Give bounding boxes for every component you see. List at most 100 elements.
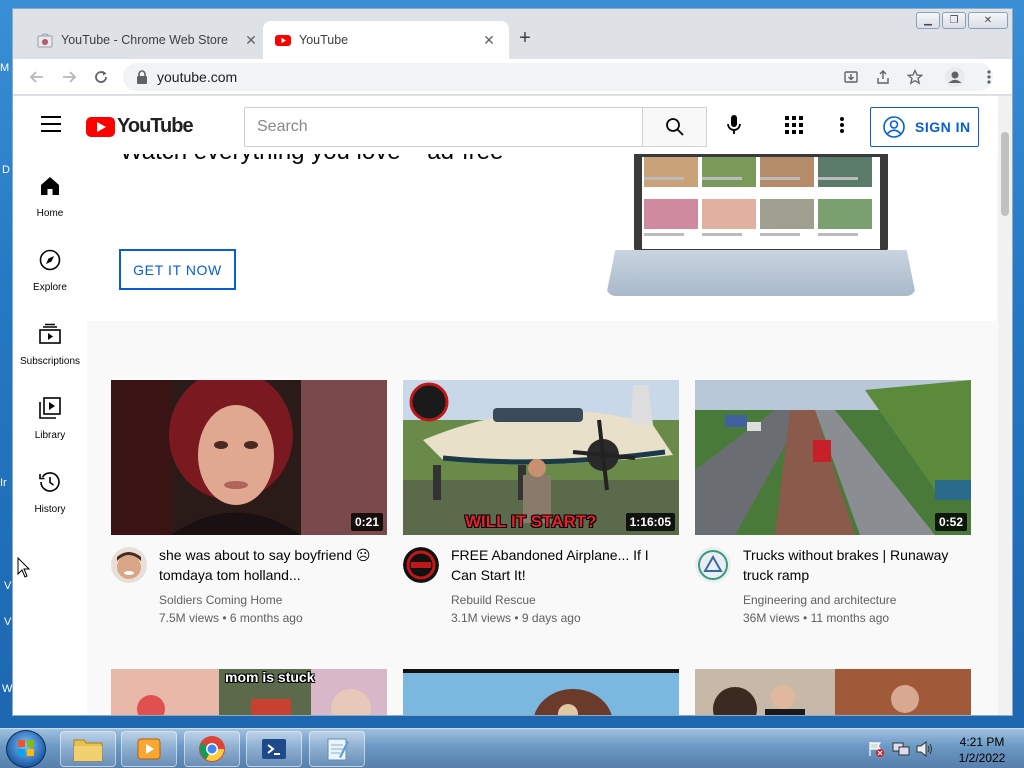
taskbar-chrome-button[interactable] <box>184 731 240 767</box>
reload-button[interactable] <box>89 65 113 89</box>
video-thumbnail[interactable] <box>403 669 679 715</box>
subscriptions-icon <box>38 322 62 346</box>
video-title[interactable]: she was about to say boyfriend ☹ tomdaya… <box>159 545 385 585</box>
address-bar[interactable]: youtube.com <box>123 63 993 91</box>
taskbar: 4:21 PM 1/2/2022 <box>0 728 1024 768</box>
video-thumbnail[interactable]: 0:21 <box>111 380 387 535</box>
view-count: 7.5M views <box>159 611 220 625</box>
channel-name[interactable]: Rebuild Rescue <box>451 593 536 607</box>
video-card[interactable] <box>695 669 971 715</box>
guide-item-explore[interactable]: Explore <box>13 236 87 310</box>
apps-grid-icon <box>785 116 803 134</box>
video-thumbnail[interactable]: WILL IT START? 1:16:05 <box>403 380 679 535</box>
upload-age: 6 months ago <box>229 611 303 625</box>
desktop-icon-label[interactable]: V <box>4 580 11 592</box>
history-icon <box>38 470 62 494</box>
share-icon[interactable] <box>871 65 895 89</box>
video-card[interactable]: WILL IT START? 1:16:05 FREE Abandoned Ai… <box>403 380 679 640</box>
video-card[interactable]: 0:52 Trucks without brakes | Runaway tru… <box>695 380 971 640</box>
guide-item-home[interactable]: Home <box>13 162 87 236</box>
taskbar-powershell-button[interactable] <box>246 731 302 767</box>
channel-name[interactable]: Soldiers Coming Home <box>159 593 282 607</box>
back-arrow-icon <box>29 71 43 83</box>
powershell-icon <box>262 739 286 759</box>
video-metadata: 7.5M views • 6 months ago <box>159 611 303 625</box>
close-tab-icon[interactable]: ✕ <box>243 32 259 49</box>
voice-search-button[interactable] <box>722 113 746 137</box>
get-it-now-button[interactable]: GET IT NOW <box>119 249 236 290</box>
search-input[interactable] <box>246 108 641 146</box>
video-metadata: 36M views • 11 months ago <box>743 611 889 625</box>
channel-avatar[interactable] <box>403 547 439 583</box>
chrome-menu-button[interactable] <box>977 65 1001 89</box>
taskbar-notepad-button[interactable] <box>309 731 365 767</box>
tab-strip: YouTube - Chrome Web Store ✕ YouTube ✕ +… <box>13 9 1012 59</box>
desktop-icon-label[interactable]: Ir <box>0 477 7 489</box>
url-text[interactable]: youtube.com <box>157 69 237 85</box>
search-button[interactable] <box>642 107 707 147</box>
start-button[interactable] <box>6 730 46 768</box>
channel-name[interactable]: Engineering and architecture <box>743 593 896 607</box>
video-card[interactable]: 0:21 she was about to say boyfriend ☹ to… <box>111 380 387 640</box>
video-card[interactable] <box>403 669 679 715</box>
video-title[interactable]: FREE Abandoned Airplane... If I Can Star… <box>451 545 677 585</box>
new-tab-button[interactable]: + <box>513 26 537 50</box>
channel-avatar[interactable] <box>111 547 147 583</box>
meta-separator: • <box>799 611 811 625</box>
back-button[interactable] <box>25 65 49 89</box>
youtube-logo[interactable]: YouTube <box>86 115 194 138</box>
taskbar-explorer-button[interactable] <box>60 731 116 767</box>
apps-button[interactable] <box>782 113 806 137</box>
desktop-icon-label[interactable]: V <box>4 616 11 628</box>
maximize-button[interactable]: ❐ <box>942 12 966 29</box>
taskbar-media-player-button[interactable] <box>121 731 177 767</box>
page-scrollbar[interactable] <box>998 96 1012 715</box>
network-icon[interactable] <box>892 741 910 762</box>
guide-item-subscriptions[interactable]: Subscriptions <box>13 310 87 384</box>
tab-chrome-web-store[interactable]: YouTube - Chrome Web Store ✕ <box>25 21 271 59</box>
video-duration: 1:16:05 <box>625 513 675 531</box>
action-center-flag-icon[interactable] <box>868 741 884 762</box>
video-title[interactable]: Trucks without brakes | Runaway truck ra… <box>743 545 969 585</box>
video-card[interactable]: mom is stuck <box>111 669 387 715</box>
settings-menu-button[interactable] <box>830 113 854 137</box>
minimize-button[interactable]: ▁ <box>916 12 940 29</box>
scrollbar-thumb[interactable] <box>1001 132 1009 216</box>
desktop-icon-label[interactable]: D <box>2 164 10 176</box>
lock-icon[interactable] <box>135 69 151 85</box>
guide-item-label: Subscriptions <box>19 356 81 367</box>
clock-time[interactable]: 4:21 PM <box>952 735 1012 749</box>
install-app-icon[interactable] <box>839 65 863 89</box>
bookmark-star-icon[interactable] <box>903 65 927 89</box>
folder-icon <box>73 739 103 762</box>
video-metadata: 3.1M views • 9 days ago <box>451 611 581 625</box>
tab-youtube[interactable]: YouTube ✕ <box>263 21 509 59</box>
guide-item-label: Home <box>36 208 64 219</box>
profile-button[interactable] <box>943 65 967 89</box>
channel-avatar[interactable] <box>695 547 731 583</box>
system-tray: 4:21 PM 1/2/2022 <box>860 729 1024 768</box>
video-thumbnail[interactable]: 0:52 <box>695 380 971 535</box>
guide-item-library[interactable]: Library <box>13 384 87 458</box>
video-thumbnail[interactable] <box>695 669 971 715</box>
library-icon <box>38 396 62 420</box>
youtube-play-icon <box>86 116 115 137</box>
youtube-logo-text: YouTube <box>117 115 194 137</box>
guide-item-label: Explore <box>33 282 67 293</box>
video-thumbnail[interactable]: mom is stuck <box>111 669 387 715</box>
desktop-icon-label[interactable]: W <box>2 683 12 695</box>
profile-avatar-icon <box>945 67 965 87</box>
guide-menu-icon[interactable] <box>41 116 61 132</box>
desktop-icon-label[interactable]: M <box>0 62 9 74</box>
close-tab-icon[interactable]: ✕ <box>481 32 497 49</box>
thumbnail-caption: mom is stuck <box>225 669 315 685</box>
more-vert-icon <box>987 70 991 84</box>
guide-item-label: Library <box>34 430 66 441</box>
volume-icon[interactable] <box>916 740 934 762</box>
search-icon <box>665 118 684 136</box>
clock-date[interactable]: 1/2/2022 <box>952 751 1012 765</box>
close-window-button[interactable]: ✕ <box>968 12 1008 29</box>
sign-in-button[interactable]: SIGN IN <box>870 107 979 147</box>
forward-button[interactable] <box>57 65 81 89</box>
guide-item-history[interactable]: History <box>13 458 87 532</box>
